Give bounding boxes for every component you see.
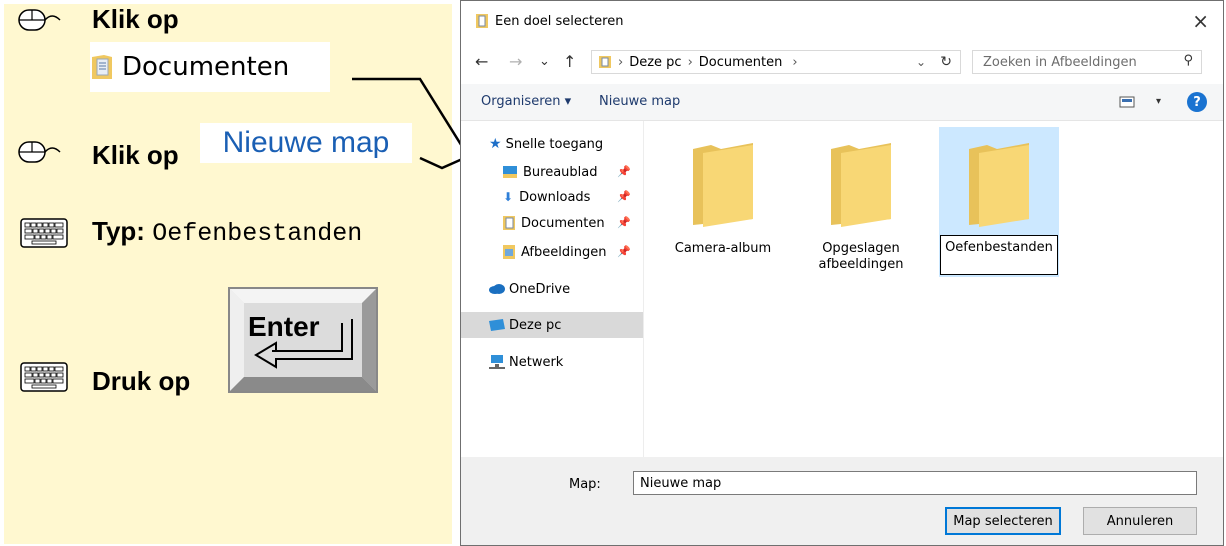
- download-icon: ⬇: [503, 190, 514, 204]
- sidebar-item-downloads[interactable]: ⬇ Downloads 📌: [461, 184, 643, 210]
- view-dropdown-icon[interactable]: ▾: [1156, 96, 1161, 107]
- map-input-value: Nieuwe map: [640, 475, 722, 491]
- folder-view: Camera-album Opgeslagen afbeeldingen Oefe…: [645, 121, 1223, 457]
- pin-icon[interactable]: 📌: [617, 165, 631, 178]
- document-icon: [503, 216, 515, 230]
- sidebar-item-netwerk[interactable]: Netwerk: [461, 349, 643, 375]
- search-icon[interactable]: ⚲: [1183, 53, 1193, 68]
- new-folder-button[interactable]: Nieuwe map: [599, 94, 680, 109]
- dialog-toolbar: Organiseren ▾ Nieuwe map ▾ ?: [461, 84, 1223, 121]
- dialog-footer: Map: Nieuwe map Map selecteren Annuleren: [461, 457, 1223, 545]
- picture-icon: [503, 245, 515, 259]
- breadcrumb-separator-icon: ›: [792, 54, 798, 70]
- folder-item-oefenbestanden[interactable]: Oefenbestanden: [939, 127, 1059, 277]
- sidebar-item-documenten[interactable]: Documenten 📌: [461, 210, 643, 236]
- organize-button[interactable]: Organiseren ▾: [481, 94, 571, 109]
- breadcrumb-separator-icon: ›: [618, 54, 624, 70]
- navigation-bar: ← → ⌄ ↑ › Deze pc › Documenten › ⌄ ↻ Zoe…: [461, 46, 1223, 78]
- folder-icon: [831, 143, 891, 227]
- folder-document-icon: [599, 56, 611, 68]
- breadcrumb-separator-icon: ›: [687, 54, 693, 70]
- sidebar-item-deze-pc[interactable]: Deze pc: [461, 312, 643, 338]
- dialog-titlebar[interactable]: Een doel selecteren ×: [461, 1, 1223, 41]
- address-bar[interactable]: › Deze pc › Documenten › ⌄ ↻: [591, 50, 961, 74]
- star-icon: ★: [489, 136, 502, 152]
- pin-icon[interactable]: 📌: [617, 190, 631, 203]
- back-arrow-icon[interactable]: ←: [475, 52, 488, 71]
- breadcrumb-item-documenten[interactable]: Documenten: [699, 55, 783, 70]
- pin-icon[interactable]: 📌: [617, 216, 631, 229]
- folder-label: Camera-album: [674, 241, 772, 256]
- address-dropdown-icon[interactable]: ⌄: [916, 55, 926, 69]
- sidebar-item-afbeeldingen[interactable]: Afbeeldingen 📌: [461, 239, 643, 265]
- folder-label: Opgeslagen afbeeldingen: [818, 241, 904, 272]
- pin-icon[interactable]: 📌: [617, 245, 631, 258]
- sidebar-item-bureaublad[interactable]: Bureaublad 📌: [461, 159, 643, 185]
- refresh-icon[interactable]: ↻: [940, 54, 952, 70]
- computer-icon: [489, 319, 505, 331]
- recent-chevron-icon[interactable]: ⌄: [539, 54, 550, 69]
- navigation-pane: ★ Snelle toegang Bureaublad 📌 ⬇ Download…: [461, 121, 644, 457]
- folder-rename-field[interactable]: Oefenbestanden: [940, 235, 1058, 275]
- help-icon[interactable]: ?: [1187, 92, 1207, 112]
- desktop-icon: [503, 166, 517, 178]
- up-arrow-icon[interactable]: ↑: [563, 52, 576, 71]
- map-label: Map:: [569, 477, 601, 492]
- dialog-title: Een doel selecteren: [495, 14, 624, 29]
- view-options-icon[interactable]: [1119, 95, 1139, 109]
- cancel-button[interactable]: Annuleren: [1083, 507, 1197, 535]
- map-input[interactable]: Nieuwe map: [633, 471, 1197, 495]
- sidebar-item-onedrive[interactable]: OneDrive: [461, 276, 643, 302]
- folder-document-icon: [476, 14, 488, 28]
- search-placeholder: Zoeken in Afbeeldingen: [983, 54, 1137, 70]
- cloud-icon: [489, 284, 505, 294]
- select-target-dialog: Een doel selecteren × ← → ⌄ ↑ › Deze pc …: [460, 0, 1224, 546]
- network-icon: [489, 355, 505, 369]
- close-icon[interactable]: ×: [1192, 9, 1209, 33]
- select-folder-button[interactable]: Map selecteren: [945, 507, 1061, 535]
- folder-icon: [693, 143, 753, 227]
- folder-item-opgeslagen-afbeeldingen[interactable]: Opgeslagen afbeeldingen: [801, 127, 921, 277]
- folder-icon: [969, 143, 1029, 227]
- search-input[interactable]: Zoeken in Afbeeldingen ⚲: [972, 50, 1202, 74]
- sidebar-item-quick-access[interactable]: ★ Snelle toegang: [461, 131, 643, 157]
- breadcrumb-item-deze-pc[interactable]: Deze pc: [629, 55, 681, 70]
- folder-item-camera-album[interactable]: Camera-album: [663, 127, 783, 277]
- forward-arrow-icon[interactable]: →: [509, 52, 522, 71]
